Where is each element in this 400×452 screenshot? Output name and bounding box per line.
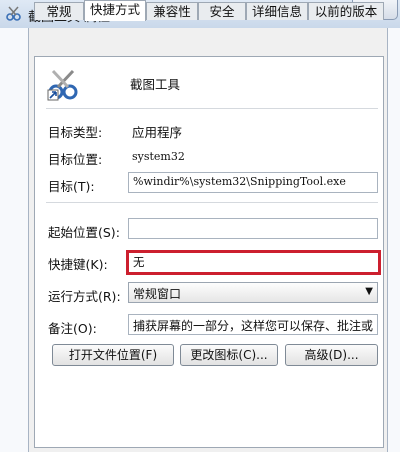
divider — [46, 202, 378, 203]
hotkey-label: 快捷键(K): — [48, 257, 108, 272]
divider — [46, 108, 378, 109]
change-icon-button[interactable]: 更改图标(C)... — [180, 344, 278, 366]
shortcut-name: 截图工具 — [130, 77, 181, 92]
scissors-icon — [47, 69, 78, 101]
tab-security[interactable]: 安全 — [198, 2, 246, 20]
tab-general[interactable]: 常规 — [34, 2, 84, 20]
target-input[interactable]: %windir%\system32\SnippingTool.exe — [128, 172, 378, 193]
target-type-label: 目标类型: — [48, 125, 103, 140]
run-select[interactable]: 常规窗口 ▼ — [128, 282, 378, 303]
chevron-down-icon: ▼ — [365, 286, 373, 297]
tab-compatibility[interactable]: 兼容性 — [146, 2, 198, 20]
highlight-box — [126, 250, 381, 275]
open-file-location-button[interactable]: 打开文件位置(F) — [52, 344, 174, 366]
tab-shortcut[interactable]: 快捷方式 — [84, 0, 146, 21]
start-in-label: 起始位置(S): — [48, 225, 120, 240]
comment-input[interactable]: 捕获屏幕的一部分，这样您可以保存、批注或 — [128, 314, 378, 335]
target-label: 目标(T): — [48, 179, 95, 194]
target-location-value: system32 — [132, 150, 185, 163]
target-location-label: 目标位置: — [48, 152, 103, 167]
advanced-button[interactable]: 高级(D)... — [285, 344, 378, 366]
scissors-icon — [6, 6, 21, 21]
target-type-value: 应用程序 — [132, 125, 183, 140]
run-label: 运行方式(R): — [48, 289, 121, 304]
tab-previous-versions[interactable]: 以前的版本 — [308, 2, 384, 20]
tab-details[interactable]: 详细信息 — [246, 2, 308, 20]
start-in-input[interactable] — [128, 218, 378, 239]
run-select-value: 常规窗口 — [133, 287, 182, 301]
comment-label: 备注(O): — [48, 321, 97, 336]
